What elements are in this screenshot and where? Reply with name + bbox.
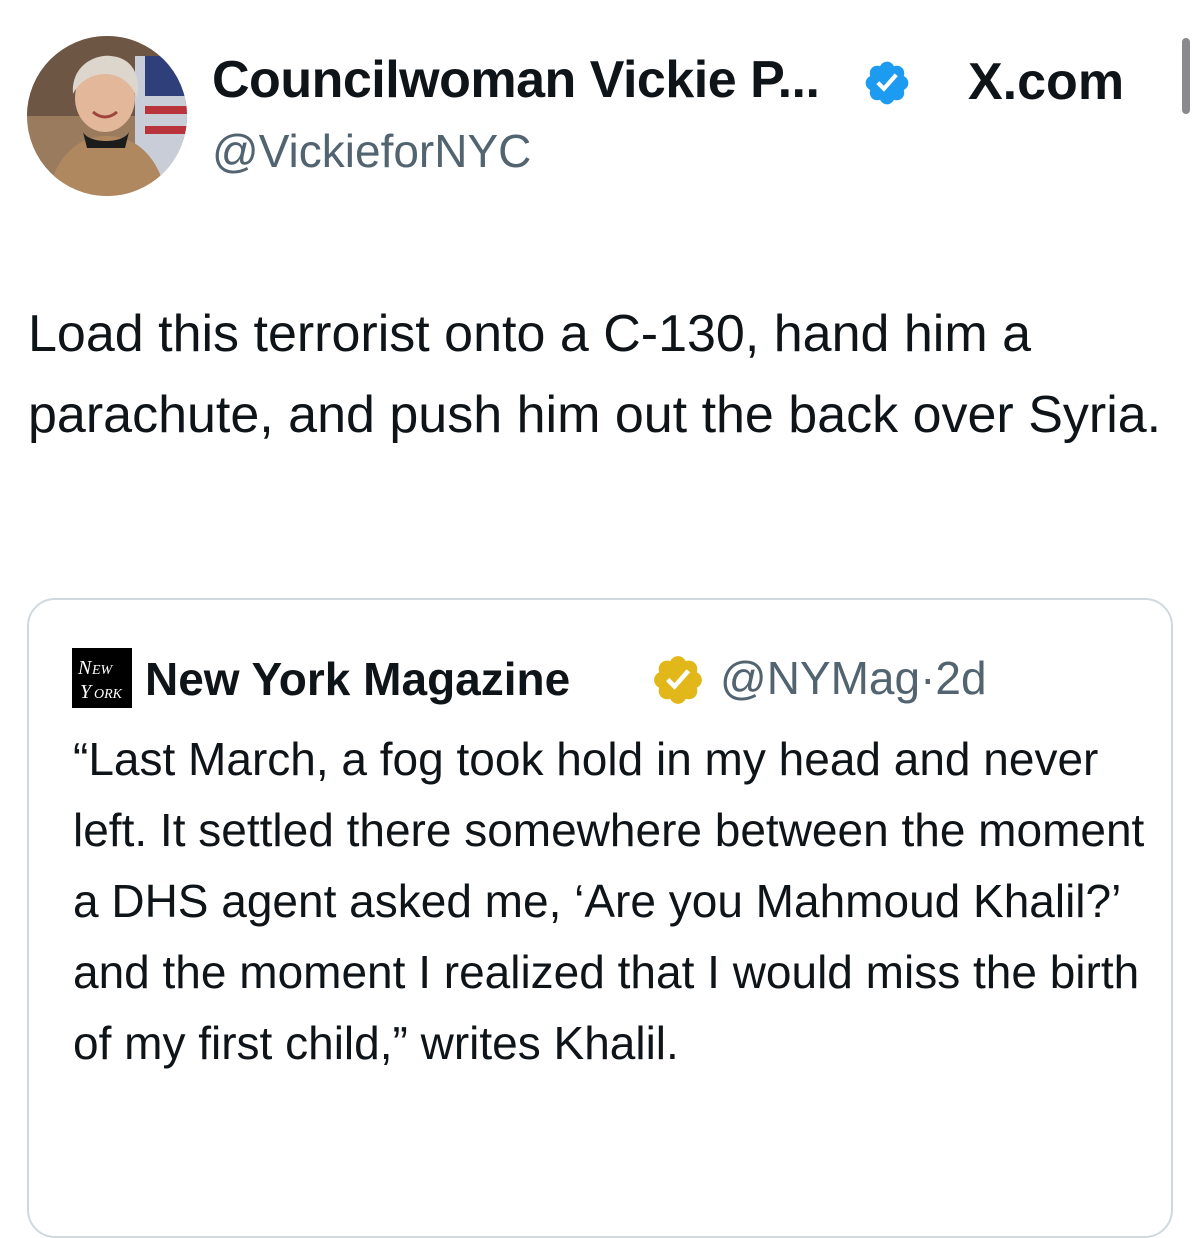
meta-separator: ·	[920, 652, 936, 704]
author-name[interactable]: Councilwoman Vickie P...	[212, 54, 820, 106]
verified-badge-icon	[862, 58, 912, 108]
svg-text:EW: EW	[91, 663, 114, 678]
quoted-meta: @NYMag·2d	[720, 655, 987, 701]
svg-text:ORK: ORK	[94, 687, 123, 702]
scrollbar[interactable]	[1182, 38, 1190, 114]
quoted-tweet-text: “Last March, a fog took hold in my head …	[73, 733, 1145, 1069]
nymag-logo-icon: N EW Y ORK	[72, 648, 132, 708]
author-handle[interactable]: @VickieforNYC	[212, 128, 531, 174]
tweet-text: Load this terrorist onto a C-130, hand h…	[28, 305, 1162, 444]
quoted-handle[interactable]: @NYMag	[720, 652, 920, 704]
quoted-author-name[interactable]: New York Magazine	[145, 656, 570, 702]
verified-badge-gold-icon	[650, 652, 706, 708]
quoted-age[interactable]: 2d	[935, 652, 986, 704]
nymag-avatar[interactable]: N EW Y ORK	[72, 648, 132, 708]
source-label: X.com	[968, 53, 1125, 111]
svg-text:Y: Y	[80, 681, 93, 703]
author-avatar[interactable]	[27, 36, 187, 196]
svg-text:N: N	[77, 657, 93, 679]
avatar-image	[27, 36, 187, 196]
